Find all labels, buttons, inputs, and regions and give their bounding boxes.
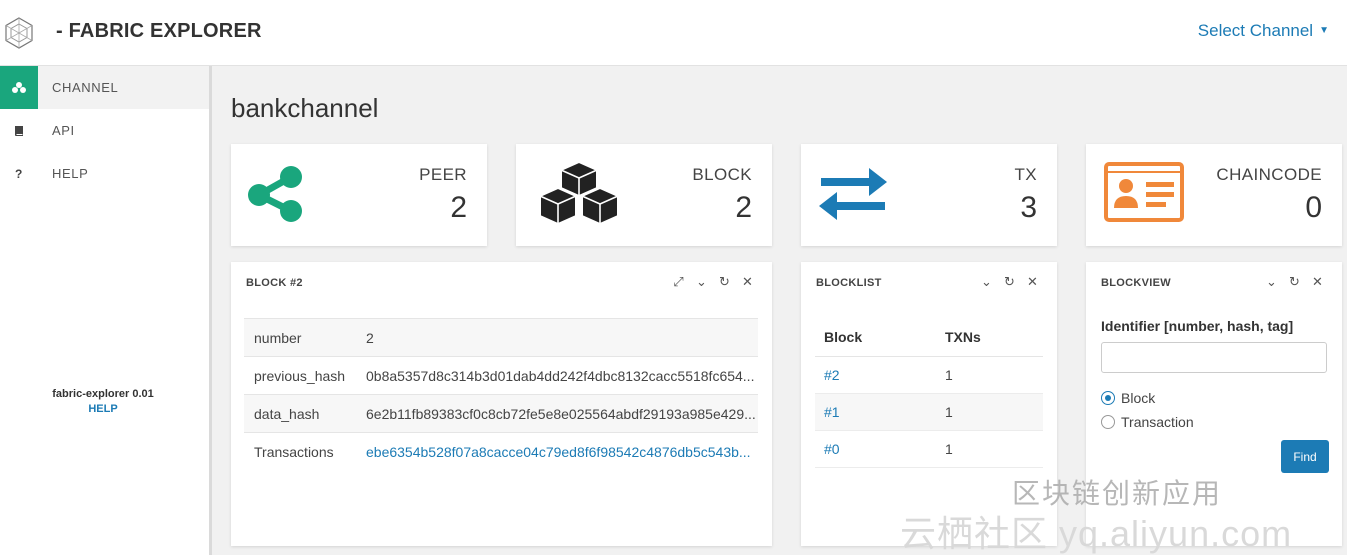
- refresh-icon[interactable]: ↻: [1003, 274, 1016, 290]
- table-row: #1 1: [815, 393, 1043, 431]
- stat-value: 2: [450, 191, 467, 224]
- stat-label: CHAINCODE: [1216, 165, 1322, 184]
- stat-label: BLOCK: [692, 165, 752, 184]
- cubes-icon: [539, 160, 619, 226]
- radio-unselected-icon: [1101, 415, 1115, 429]
- transaction-link[interactable]: ebe6354b528f07a8cacce04c79ed8f6f98542c48…: [366, 444, 751, 460]
- txn-count: 1: [945, 393, 1043, 431]
- table-row: Transactions ebe6354b528f07a8cacce04c79e…: [244, 432, 758, 471]
- identifier-input[interactable]: [1101, 342, 1327, 373]
- sidebar: CHANNEL API ? HELP fabric-explorer 0.01 …: [0, 66, 212, 555]
- sidebar-item-help[interactable]: ? HELP: [0, 152, 209, 195]
- panel-title: BLOCKLIST: [816, 277, 882, 289]
- page-title: bankchannel: [231, 93, 379, 123]
- book-icon: [0, 109, 38, 152]
- select-channel-dropdown[interactable]: Select Channel ▼: [1198, 21, 1329, 41]
- refresh-icon[interactable]: ↻: [1288, 274, 1301, 290]
- row-key: number: [244, 318, 366, 357]
- fabric-logo-icon: [5, 17, 33, 49]
- row-value: 2: [366, 318, 758, 357]
- refresh-icon[interactable]: ↻: [718, 274, 731, 290]
- block-link[interactable]: #0: [824, 441, 840, 457]
- panel-title: BLOCK #2: [246, 277, 303, 289]
- stat-card-tx: TX 3: [801, 144, 1057, 246]
- row-key: previous_hash: [244, 356, 366, 395]
- radio-label: Transaction: [1121, 414, 1194, 430]
- table-row: #2 1: [815, 356, 1043, 394]
- chevron-down-icon[interactable]: ⌄: [695, 274, 708, 290]
- radio-transaction[interactable]: Transaction: [1101, 414, 1194, 430]
- sidebar-item-label: API: [52, 123, 75, 138]
- txn-count: 1: [945, 356, 1043, 394]
- sidebar-item-label: CHANNEL: [52, 80, 119, 95]
- expand-icon[interactable]: ⤢: [672, 274, 685, 290]
- blocklist-table: Block TXNs #2 1 #1 1 #0 1: [815, 318, 1043, 468]
- sidebar-item-channel[interactable]: CHANNEL: [0, 66, 209, 109]
- close-icon[interactable]: ✕: [741, 274, 754, 290]
- radio-block[interactable]: Block: [1101, 390, 1155, 406]
- block-link[interactable]: #2: [824, 367, 840, 383]
- version-label: fabric-explorer 0.01: [52, 388, 154, 400]
- select-channel-label: Select Channel: [1197, 21, 1314, 40]
- stat-label: TX: [1014, 165, 1037, 184]
- table-row: number 2: [244, 318, 758, 357]
- question-icon: ?: [15, 166, 23, 181]
- table-header-row: Block TXNs: [815, 318, 1043, 357]
- stat-label: PEER: [419, 165, 467, 184]
- block-link[interactable]: #1: [824, 404, 840, 420]
- txn-count: 1: [945, 430, 1043, 468]
- find-button[interactable]: Find: [1281, 440, 1329, 473]
- column-header-block: Block: [815, 318, 945, 357]
- panel-title: BLOCKVIEW: [1101, 277, 1171, 289]
- chevron-down-icon[interactable]: ⌄: [980, 274, 993, 290]
- stat-value: 3: [1020, 191, 1037, 224]
- column-header-txns: TXNs: [945, 318, 1043, 357]
- close-icon[interactable]: ✕: [1311, 274, 1324, 290]
- app-title: - FABRIC EXPLORER: [56, 20, 262, 42]
- identifier-label: Identifier [number, hash, tag]: [1101, 318, 1294, 334]
- share-icon: [248, 166, 302, 222]
- stat-card-chaincode: CHAINCODE 0: [1086, 144, 1342, 246]
- panel-toolbar: ⤢ ⌄ ↻ ✕: [672, 274, 754, 290]
- top-bar: - FABRIC EXPLORER Select Channel ▼: [0, 0, 1347, 66]
- sidebar-item-label: HELP: [52, 166, 89, 181]
- radio-selected-icon: [1101, 391, 1115, 405]
- stat-value: 2: [735, 191, 752, 224]
- row-value: 6e2b11fb89383cf0c8cb72fe5e8e025564abdf29…: [366, 394, 758, 433]
- panel-toolbar: ⌄ ↻ ✕: [1265, 274, 1324, 290]
- stat-value: 0: [1305, 191, 1322, 224]
- table-row: data_hash 6e2b11fb89383cf0c8cb72fe5e8e02…: [244, 394, 758, 433]
- caret-down-icon: ▼: [1319, 25, 1329, 36]
- watermark-site: 云栖社区 yq.aliyun.com: [900, 513, 1293, 554]
- table-row: previous_hash 0b8a5357d8c314b3d01dab4dd2…: [244, 356, 758, 395]
- radio-label: Block: [1121, 390, 1156, 406]
- table-row: #0 1: [815, 430, 1043, 468]
- chevron-down-icon[interactable]: ⌄: [1265, 274, 1278, 290]
- row-key: data_hash: [244, 394, 366, 433]
- row-value: 0b8a5357d8c314b3d01dab4dd242f4dbc8132cac…: [366, 356, 758, 395]
- exchange-arrows-icon: [819, 168, 887, 220]
- network-icon: [0, 66, 38, 109]
- block-detail-table: number 2 previous_hash 0b8a5357d8c314b3d…: [244, 318, 758, 471]
- stat-card-peer: PEER 2: [231, 144, 487, 246]
- stat-card-block: BLOCK 2: [516, 144, 772, 246]
- id-card-icon: [1104, 162, 1184, 222]
- row-key: Transactions: [244, 432, 366, 471]
- panel-toolbar: ⌄ ↻ ✕: [980, 274, 1039, 290]
- sidebar-item-api[interactable]: API: [0, 109, 209, 152]
- close-icon[interactable]: ✕: [1026, 274, 1039, 290]
- help-link[interactable]: HELP: [0, 403, 206, 415]
